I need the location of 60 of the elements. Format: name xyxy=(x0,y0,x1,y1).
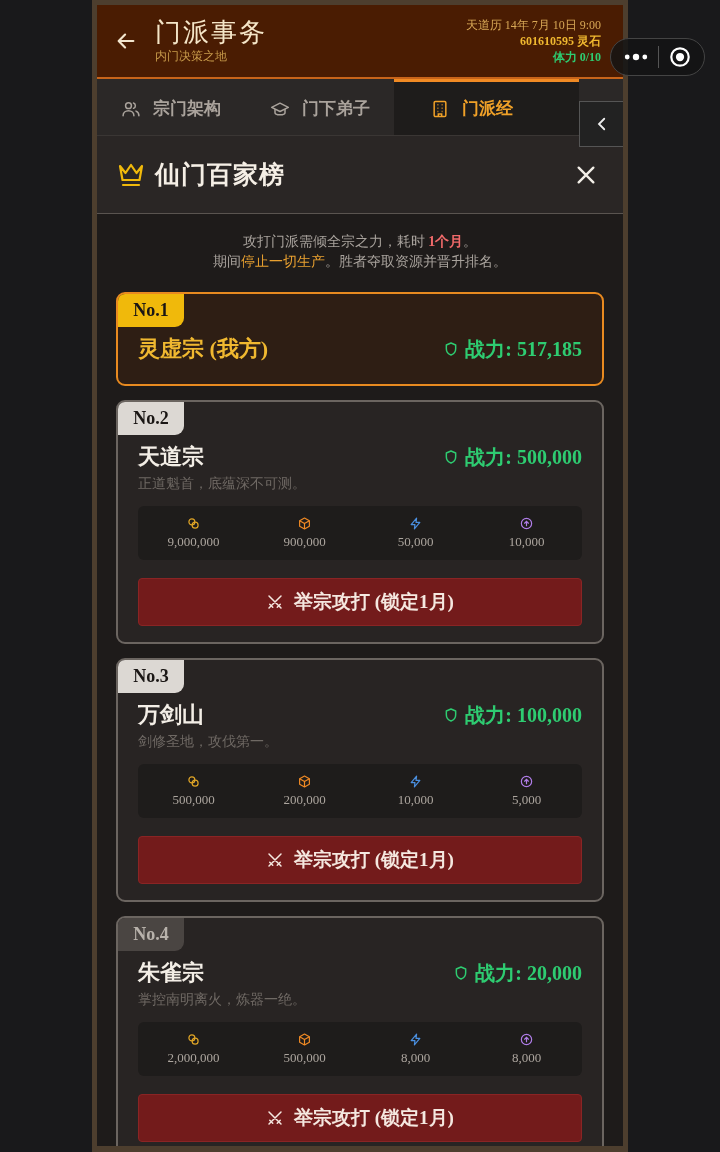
resource-value: 50,000 xyxy=(397,533,434,550)
arrow-up-circle-icon xyxy=(520,774,533,788)
spirit-stone-count: 601610595 灵石 xyxy=(519,33,601,49)
attack-button[interactable]: 举宗攻打 (锁定1月) xyxy=(138,836,582,884)
sect-name: 灵虚宗 (我方) xyxy=(138,335,269,363)
cube-icon xyxy=(298,516,311,530)
rank-badge: No.1 xyxy=(118,294,184,327)
more-icon[interactable] xyxy=(624,52,648,62)
notice-text: 攻打门派需倾全宗之力，耗时 1个月。 xyxy=(241,233,479,251)
tab[interactable]: 宗门架构 xyxy=(97,79,246,135)
resource-value: 5,000 xyxy=(511,791,542,808)
rank-badge: No.3 xyxy=(118,660,184,693)
modal-title: 仙门百家榜 xyxy=(155,160,286,190)
coins-icon xyxy=(187,774,200,788)
resource-value: 10,000 xyxy=(508,533,545,550)
cube-icon xyxy=(298,774,311,788)
rank-badge: No.2 xyxy=(118,402,184,435)
stamina-count: 体力 0/10 xyxy=(551,49,601,65)
cube-icon xyxy=(298,1032,311,1046)
resource-value: 10,000 xyxy=(397,791,434,808)
coins-icon xyxy=(187,1032,200,1046)
attack-button[interactable]: 举宗攻打 (锁定1月) xyxy=(138,1094,582,1142)
crown-icon xyxy=(117,161,145,188)
resource-value: 9,000,000 xyxy=(167,533,220,550)
sect-name: 天道宗 xyxy=(138,443,204,471)
resource-value: 8,000 xyxy=(400,1049,431,1066)
resource-value: 500,000 xyxy=(283,1049,326,1066)
combat-power: 战力: 500,000 xyxy=(465,444,582,470)
close-icon[interactable] xyxy=(575,163,597,186)
arrow-up-circle-icon xyxy=(520,516,533,530)
game-date: 天道历 14年 7月 10日 9:00 xyxy=(465,17,601,33)
combat-power: 战力: 20,000 xyxy=(475,960,582,986)
tab[interactable]: 门派经 xyxy=(394,79,579,135)
crossed-swords-icon xyxy=(266,851,285,869)
resource-value: 8,000 xyxy=(511,1049,542,1066)
combat-power: 战力: 100,000 xyxy=(465,702,582,728)
crossed-swords-icon xyxy=(266,1109,285,1127)
sect-motto: 剑修圣地，攻伐第一。 xyxy=(138,733,279,751)
tab[interactable]: 门下弟子 xyxy=(245,79,395,135)
sect-name: 万剑山 xyxy=(138,701,204,729)
arrow-up-circle-icon xyxy=(520,1032,533,1046)
page-title: 门派事务 xyxy=(155,17,268,48)
rank-badge: No.4 xyxy=(118,918,184,951)
combat-power: 战力: 517,185 xyxy=(465,336,582,362)
crossed-swords-icon xyxy=(266,593,285,611)
lightning-icon xyxy=(409,774,422,788)
resource-value: 900,000 xyxy=(283,533,326,550)
lightning-icon xyxy=(409,1032,422,1046)
attack-button[interactable]: 举宗攻打 (锁定1月) xyxy=(138,578,582,626)
coins-icon xyxy=(187,516,200,530)
sect-name: 朱雀宗 xyxy=(138,959,204,987)
notice-text: 期间停止一切生产。胜者夺取资源并晋升排名。 xyxy=(212,253,508,271)
sect-motto: 掌控南明离火，炼器一绝。 xyxy=(138,991,307,1009)
resource-value: 500,000 xyxy=(172,791,215,808)
page-subtitle: 内门决策之地 xyxy=(155,47,228,65)
lightning-icon xyxy=(409,516,422,530)
sect-motto: 正道魁首，底蕴深不可测。 xyxy=(138,475,307,493)
resource-value: 200,000 xyxy=(283,791,326,808)
close-target-icon[interactable] xyxy=(669,46,691,68)
resource-value: 2,000,000 xyxy=(167,1049,220,1066)
